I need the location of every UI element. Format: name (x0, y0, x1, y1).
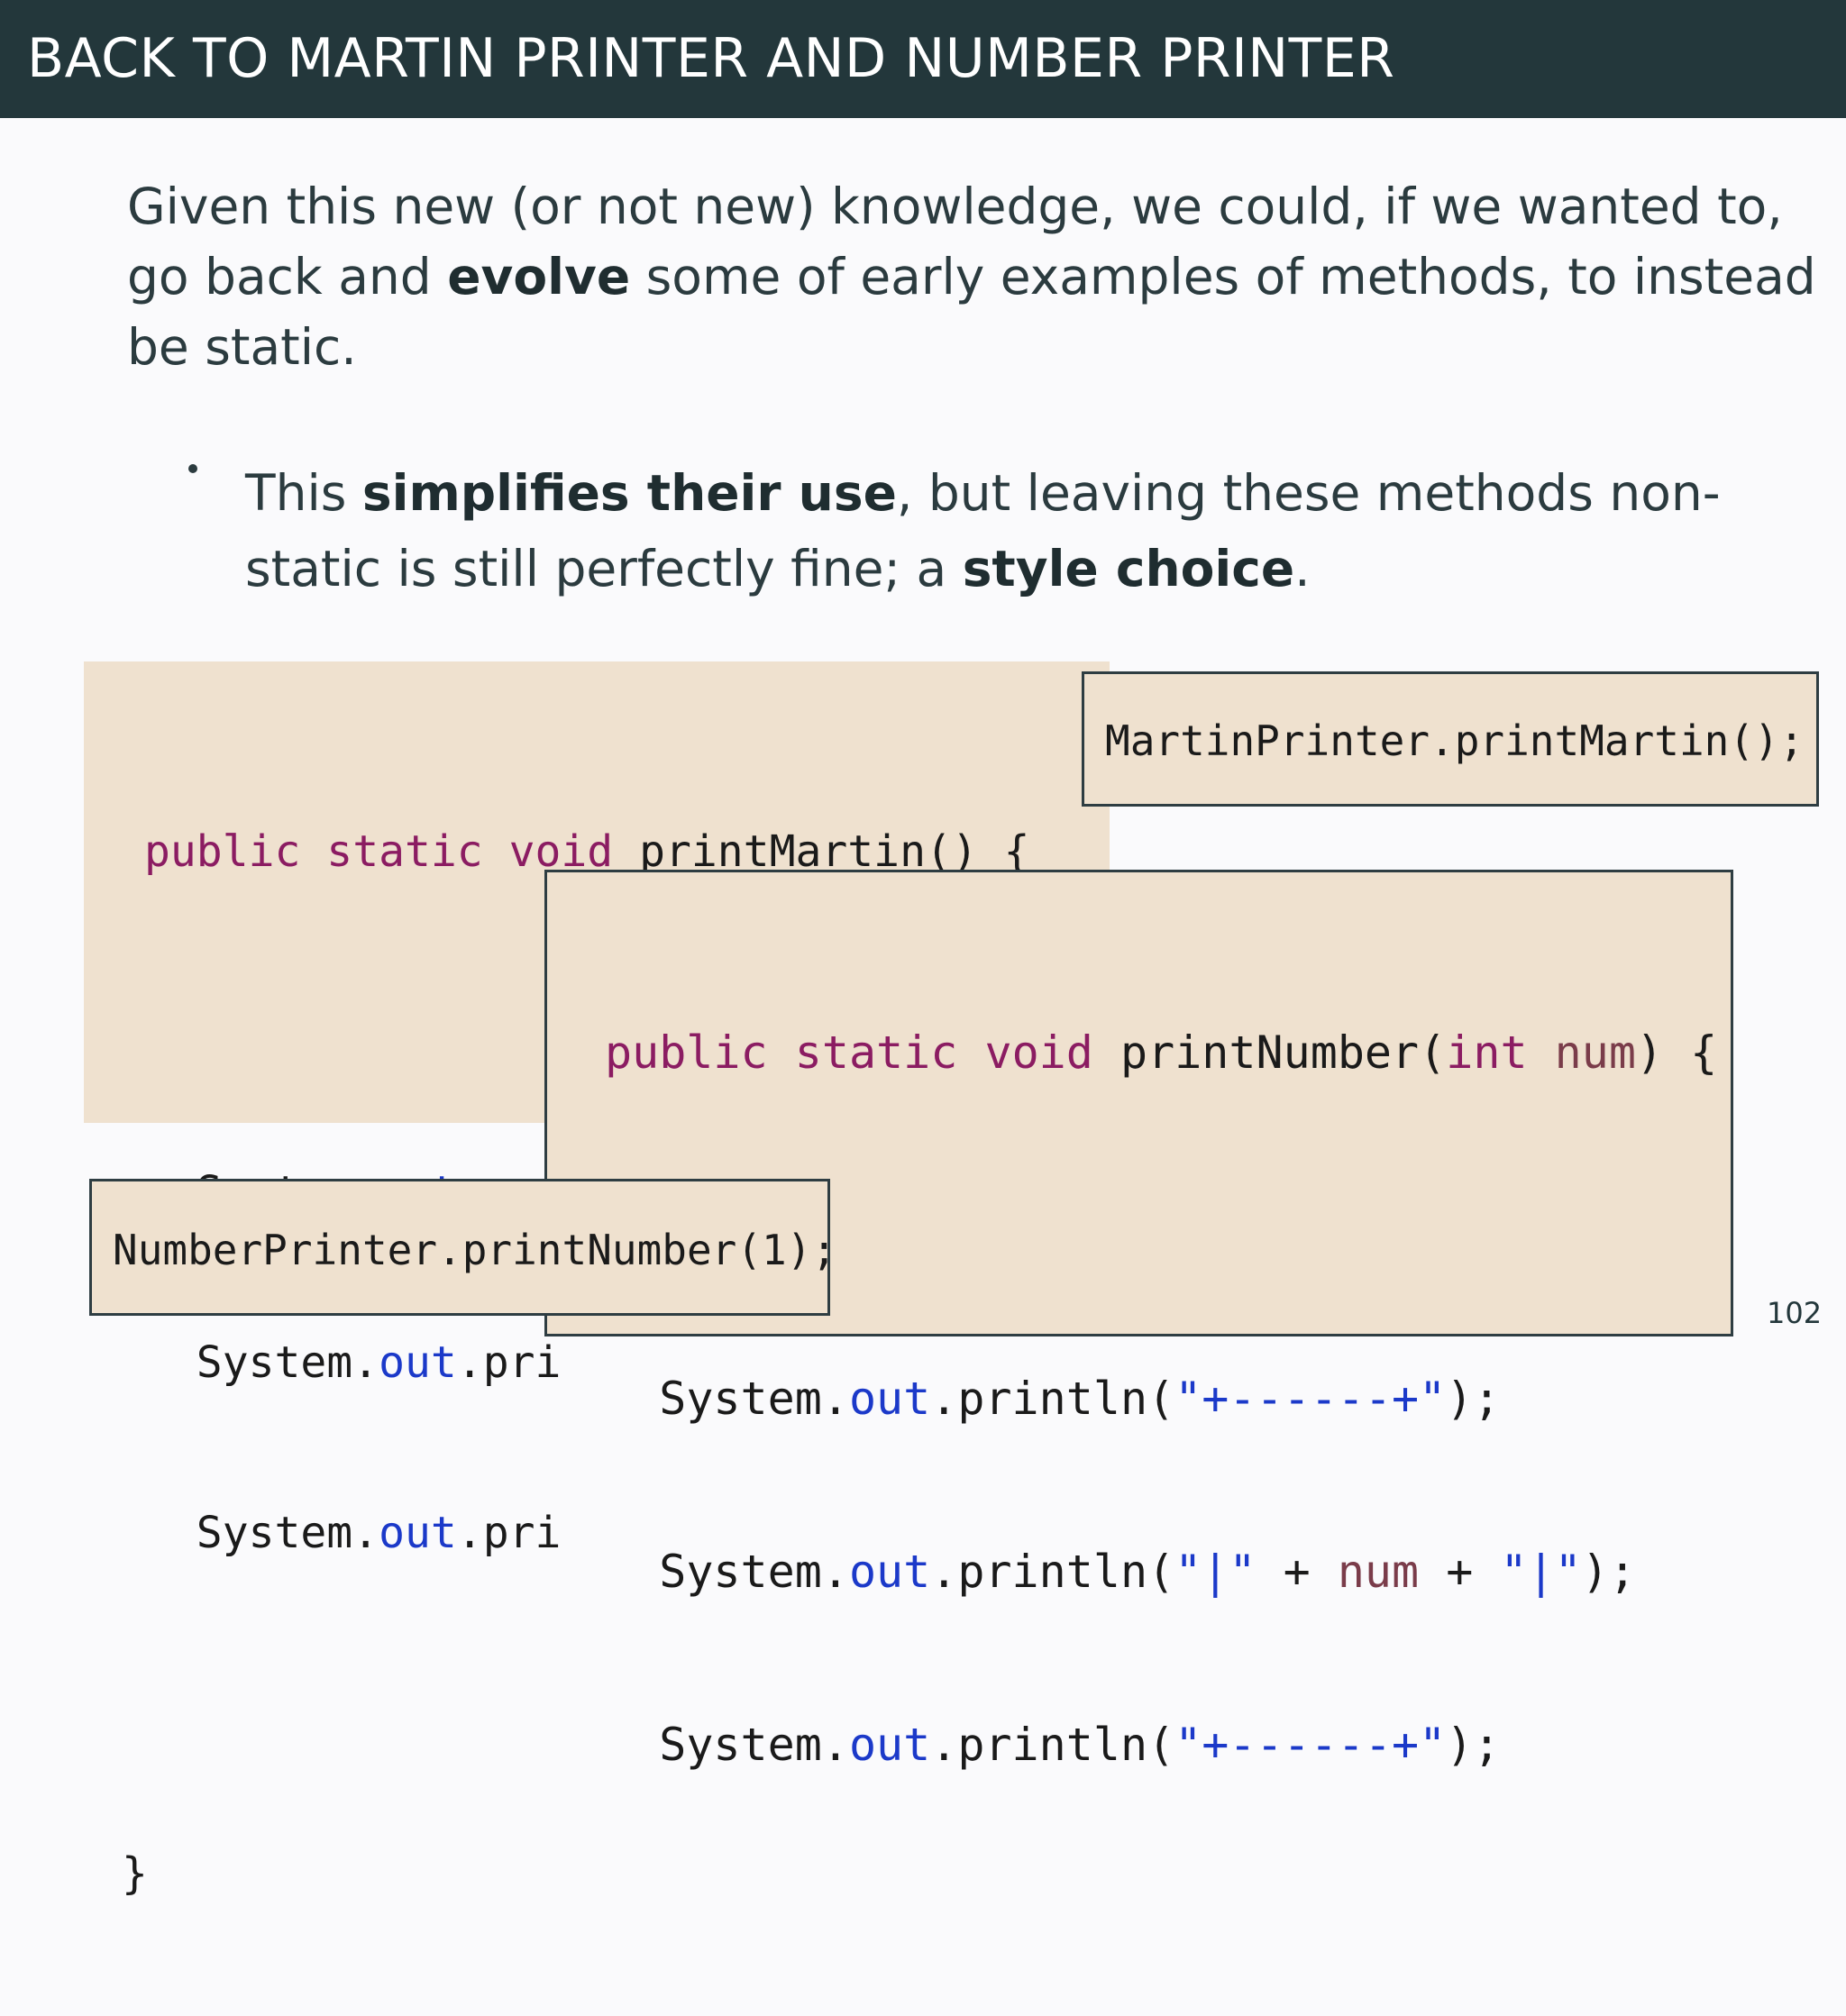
bullet-line-2: static is still perfectly fine; a style … (245, 540, 1311, 598)
emphasis-evolve: evolve (447, 248, 631, 306)
code-call-print-martin: MartinPrinter.printMartin(); (1105, 716, 1805, 765)
intro-line-3: be static. (127, 318, 357, 376)
code-line-println-2: System.out.println("|" + num + "|"); (659, 1546, 1636, 1598)
code-line-signature: public static void printNumber(int num) … (605, 1026, 1718, 1079)
slide-header: BACK TO MARTIN PRINTER AND NUMBER PRINTE… (0, 0, 1846, 118)
slide-title: BACK TO MARTIN PRINTER AND NUMBER PRINTE… (27, 27, 1395, 90)
intro-line-1: Given this new (or not new) knowledge, w… (127, 178, 1783, 235)
emphasis-simplifies: simplifies their use (361, 464, 897, 522)
bullet-line-1: This simplifies their use, but leaving t… (245, 464, 1721, 522)
bullet-point: This simplifies their use, but leaving t… (245, 455, 1796, 607)
intro-line-2: go back and evolve some of early example… (127, 248, 1816, 306)
page-number: 102 (1767, 1296, 1823, 1330)
code-block-call-print-martin: MartinPrinter.printMartin(); (1082, 671, 1819, 807)
code-line-println-1: System.out.println("+------+"); (659, 1373, 1501, 1425)
bullet-dot-icon (188, 464, 197, 473)
code-line-println-3: System.out.println("+------+"); (659, 1719, 1501, 1771)
code-print-number: public static void printNumber(int num) … (605, 908, 1717, 1889)
intro-paragraph: Given this new (or not new) knowledge, w… (127, 171, 1816, 382)
code-block-call-print-number: NumberPrinter.printNumber(1); (89, 1179, 836, 1316)
code-call-print-number: NumberPrinter.printNumber(1); (113, 1226, 837, 1274)
emphasis-style-choice: style choice (962, 540, 1295, 598)
